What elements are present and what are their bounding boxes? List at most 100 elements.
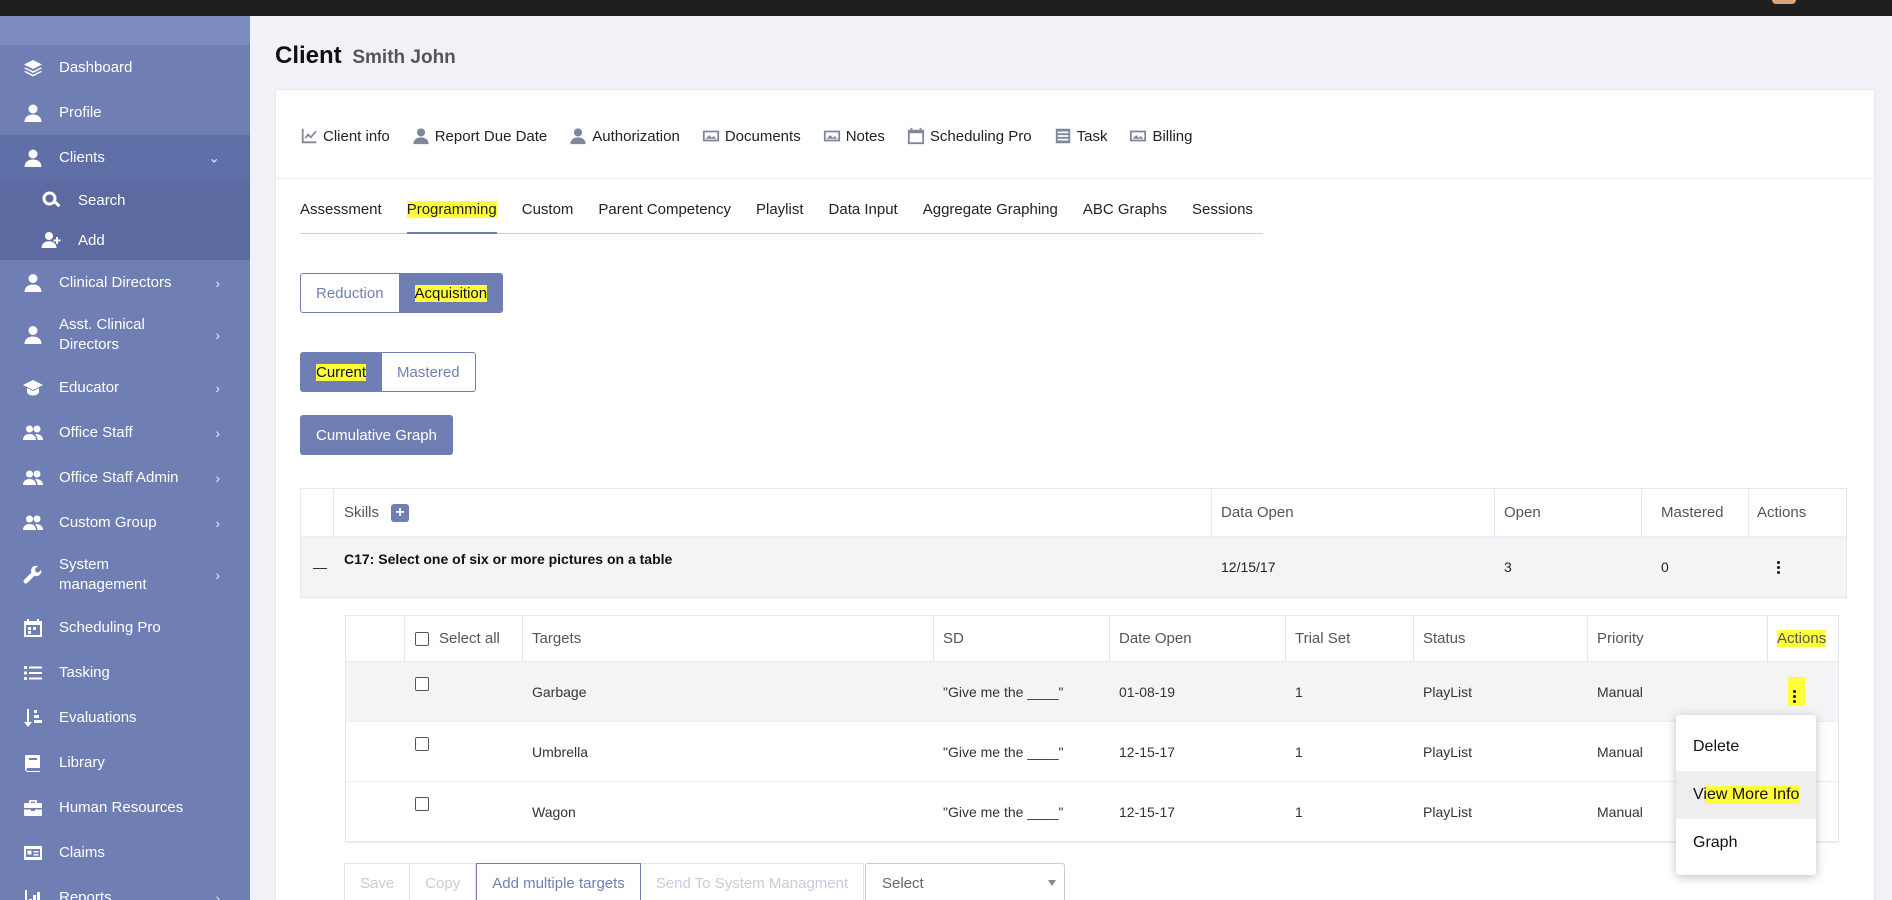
skill-open-count: 3 bbox=[1504, 559, 1512, 575]
sidebar-subitem-label: Search bbox=[78, 191, 126, 209]
tab-aggregate-graphing[interactable]: Aggregate Graphing bbox=[923, 186, 1058, 233]
skill-actions-menu[interactable] bbox=[1777, 537, 1780, 597]
graduation-cap-icon bbox=[22, 377, 44, 399]
send-to-system-management-button[interactable]: Send To System Managment bbox=[640, 863, 865, 900]
sidebar-item-human-resources[interactable]: Human Resources bbox=[0, 785, 250, 830]
sidebar-item-system-management[interactable]: System management › bbox=[0, 545, 250, 605]
row-checkbox[interactable] bbox=[415, 782, 429, 841]
tab-abc-graphs[interactable]: ABC Graphs bbox=[1083, 186, 1167, 233]
reduction-button[interactable]: Reduction bbox=[300, 273, 400, 313]
tab-assessment[interactable]: Assessment bbox=[300, 186, 382, 233]
nav-billing[interactable]: Billing bbox=[1129, 127, 1193, 145]
add-skill-button[interactable]: + bbox=[391, 503, 410, 522]
checkbox[interactable] bbox=[415, 797, 429, 811]
sidebar-item-label: Educator bbox=[59, 378, 120, 396]
add-multiple-targets-button[interactable]: Add multiple targets bbox=[476, 863, 641, 900]
checkbox[interactable] bbox=[415, 737, 429, 751]
nav-authorization[interactable]: Authorization bbox=[569, 127, 680, 145]
tab-custom[interactable]: Custom bbox=[522, 186, 574, 233]
sidebar-item-reports[interactable]: Reports › bbox=[0, 875, 250, 900]
sidebar-item-educator[interactable]: Educator › bbox=[0, 365, 250, 410]
sidebar-item-custom-group[interactable]: Custom Group › bbox=[0, 500, 250, 545]
sidebar-item-office-staff[interactable]: Office Staff › bbox=[0, 410, 250, 455]
nav-report-due-date[interactable]: Report Due Date bbox=[412, 127, 547, 145]
collapse-toggle[interactable]: — bbox=[313, 537, 327, 597]
nav-scheduling-pro[interactable]: Scheduling Pro bbox=[907, 127, 1032, 145]
sidebar-item-evaluations[interactable]: Evaluations bbox=[0, 695, 250, 740]
search-icon bbox=[40, 189, 62, 211]
column-divider bbox=[404, 616, 405, 661]
target-date-open: 12-15-17 bbox=[1119, 803, 1176, 820]
skills-table: Skills + Data Open Open Mastered Actions… bbox=[300, 488, 1847, 843]
sidebar-item-dashboard[interactable]: Dashboard bbox=[0, 45, 250, 90]
sidebar-item-clinical-directors[interactable]: Clinical Directors › bbox=[0, 260, 250, 305]
list-icon bbox=[22, 662, 44, 684]
column-divider bbox=[1109, 616, 1110, 661]
copy-button[interactable]: Copy bbox=[410, 863, 477, 900]
user-tie-icon bbox=[22, 272, 44, 294]
nav-task[interactable]: Task bbox=[1054, 127, 1108, 145]
tab-programming[interactable]: Programming bbox=[406, 186, 497, 234]
select-all-label: Select all bbox=[439, 630, 500, 647]
actions-header: Actions bbox=[1757, 504, 1807, 521]
skill-mastered-count: 0 bbox=[1661, 559, 1669, 575]
select-all[interactable]: Select all bbox=[415, 616, 500, 661]
user-avatar[interactable] bbox=[1772, 0, 1796, 4]
actions-header: Actions bbox=[1777, 616, 1827, 661]
program-tabs: Assessment Programming Custom Parent Com… bbox=[300, 186, 1263, 234]
column-divider bbox=[522, 616, 523, 661]
column-divider bbox=[1211, 489, 1212, 536]
tab-playlist[interactable]: Playlist bbox=[756, 186, 804, 233]
action-select[interactable]: Select bbox=[865, 863, 1065, 900]
sidebar-item-tasking[interactable]: Tasking bbox=[0, 650, 250, 695]
id-card-icon bbox=[22, 842, 44, 864]
sidebar-item-label: Custom Group bbox=[59, 513, 157, 531]
menu-item-graph[interactable]: Graph bbox=[1676, 819, 1816, 867]
image-icon bbox=[823, 130, 840, 142]
sidebar-item-asst-clinical-directors[interactable]: Asst. Clinical Directors › bbox=[0, 305, 250, 365]
sidebar-item-profile[interactable]: Profile bbox=[0, 90, 250, 135]
tab-parent-competency[interactable]: Parent Competency bbox=[598, 186, 731, 233]
mastered-button[interactable]: Mastered bbox=[382, 352, 476, 392]
sidebar-item-scheduling-pro[interactable]: Scheduling Pro bbox=[0, 605, 250, 650]
users-icon bbox=[22, 467, 44, 489]
caret-down-icon bbox=[1048, 880, 1056, 886]
sidebar-item-label: Office Staff bbox=[59, 423, 133, 441]
menu-item-view-more-info[interactable]: View More Info bbox=[1676, 771, 1816, 819]
sidebar-item-clients[interactable]: Clients ⌄ bbox=[0, 135, 250, 180]
target-date-open: 01-08-19 bbox=[1119, 683, 1176, 700]
top-bar bbox=[0, 0, 1892, 16]
save-button[interactable]: Save bbox=[344, 863, 411, 900]
chevron-right-icon: › bbox=[215, 274, 220, 291]
nav-notes[interactable]: Notes bbox=[823, 127, 885, 145]
chart-icon bbox=[301, 128, 317, 144]
nav-documents[interactable]: Documents bbox=[702, 127, 801, 145]
program-type-toggle: Reduction Acquisition bbox=[300, 273, 504, 313]
acquisition-button[interactable]: Acquisition bbox=[399, 273, 504, 313]
row-checkbox[interactable] bbox=[415, 722, 429, 781]
sidebar-subitem-add[interactable]: Add bbox=[0, 220, 250, 260]
sidebar-item-claims[interactable]: Claims bbox=[0, 830, 250, 875]
chart-icon bbox=[22, 887, 44, 900]
sidebar-item-office-staff-admin[interactable]: Office Staff Admin › bbox=[0, 455, 250, 500]
divider bbox=[276, 178, 1874, 179]
checkbox[interactable] bbox=[415, 677, 429, 691]
tab-data-input[interactable]: Data Input bbox=[829, 186, 898, 233]
target-actions-menu[interactable] bbox=[1788, 662, 1805, 721]
cumulative-graph-button[interactable]: Cumulative Graph bbox=[300, 415, 453, 455]
users-icon bbox=[22, 512, 44, 534]
sidebar-subitem-search[interactable]: Search bbox=[0, 180, 250, 220]
sidebar-item-library[interactable]: Library bbox=[0, 740, 250, 785]
kebab-menu-icon bbox=[1777, 560, 1780, 574]
select-all-checkbox[interactable] bbox=[415, 631, 429, 646]
sidebar-item-label: Reports bbox=[59, 888, 112, 900]
target-priority: Manual bbox=[1597, 683, 1643, 700]
chevron-right-icon: › bbox=[215, 379, 220, 396]
book-icon bbox=[22, 752, 44, 774]
menu-item-delete[interactable]: Delete bbox=[1676, 723, 1816, 771]
row-checkbox[interactable] bbox=[415, 662, 429, 721]
tab-sessions[interactable]: Sessions bbox=[1192, 186, 1253, 233]
current-button[interactable]: Current bbox=[300, 352, 383, 392]
nav-label: Task bbox=[1076, 127, 1108, 145]
nav-client-info[interactable]: Client info bbox=[300, 127, 390, 145]
